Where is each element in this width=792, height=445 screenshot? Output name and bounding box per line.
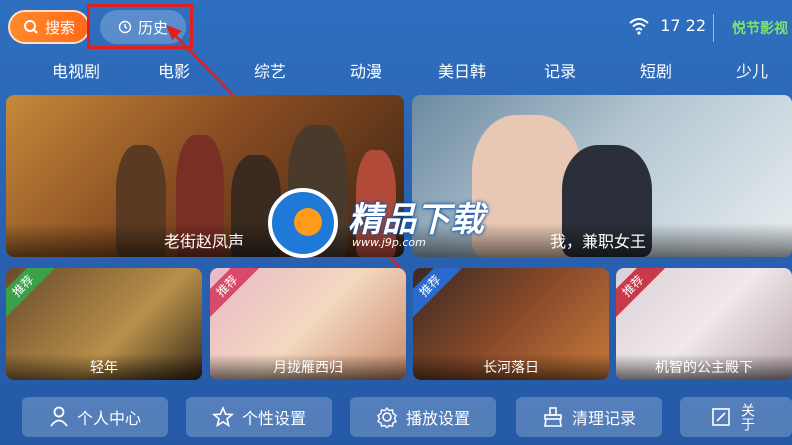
video-card[interactable]: 推荐 月拢雁西归 (210, 268, 406, 380)
recommend-badge: 推荐 (413, 268, 462, 318)
recommend-badge: 推荐 (6, 268, 55, 318)
top-bar: 搜索 历史 17 22 悦节影视 (0, 0, 792, 52)
clock-icon (118, 20, 132, 34)
category-nav: 电视剧 电影 综艺 动漫 美日韩 记录 短剧 少儿 (0, 54, 792, 84)
nav-item-movie[interactable]: 电影 (158, 58, 190, 82)
nav-item-documentary[interactable]: 记录 (544, 58, 576, 82)
nav-item-foreign[interactable]: 美日韩 (438, 58, 486, 82)
star-icon (211, 406, 234, 428)
watermark-text: 精品下载 (348, 200, 484, 240)
recommend-badge: 推荐 (616, 268, 665, 318)
clear-history-button[interactable]: 清理记录 (516, 397, 662, 437)
button-label: 关于 (739, 403, 755, 431)
personalization-button[interactable]: 个性设置 (186, 397, 332, 437)
search-icon (23, 20, 38, 34)
button-label: 播放设置 (405, 409, 470, 428)
watermark: 精品下载 www.j9p.com (268, 188, 538, 258)
broom-icon (544, 407, 562, 427)
button-label: 清理记录 (571, 409, 636, 428)
button-label: 个人中心 (76, 409, 141, 428)
card-title: 机智的公主殿下 (616, 354, 792, 380)
wifi-icon (629, 17, 649, 35)
video-card[interactable]: 推荐 轻年 (6, 268, 202, 380)
nav-item-tv[interactable]: 电视剧 (52, 58, 100, 82)
search-label: 搜索 (44, 18, 75, 37)
button-label: 个性设置 (241, 409, 306, 428)
watermark-logo-icon (268, 188, 338, 258)
recommend-badge: 推荐 (210, 268, 259, 318)
search-button[interactable]: 搜索 (8, 10, 90, 44)
video-card[interactable]: 推荐 机智的公主殿下 (616, 268, 792, 380)
nav-item-variety[interactable]: 综艺 (254, 58, 286, 82)
about-button[interactable]: 关于 (680, 397, 792, 437)
nav-item-kids[interactable]: 少儿 (736, 58, 792, 82)
card-title: 轻年 (6, 354, 202, 380)
video-card[interactable]: 推荐 长河落日 (413, 268, 609, 380)
watermark-url: www.j9p.com (352, 236, 426, 249)
user-icon (50, 406, 68, 427)
card-title: 月拢雁西归 (210, 354, 406, 380)
playback-settings-button[interactable]: 播放设置 (350, 397, 496, 437)
history-button[interactable]: 历史 (100, 10, 186, 44)
brand-logo: 悦节影视 (732, 21, 788, 37)
info-icon (712, 408, 730, 426)
card-title: 长河落日 (413, 354, 609, 380)
personal-center-button[interactable]: 个人中心 (22, 397, 168, 437)
clock-time: 17 22 (660, 16, 706, 35)
gear-icon (377, 406, 397, 428)
nav-item-anime[interactable]: 动漫 (350, 58, 382, 82)
status-divider (713, 14, 714, 42)
history-label: 历史 (137, 18, 168, 37)
nav-item-short[interactable]: 短剧 (640, 58, 672, 82)
status-area: 17 22 (628, 16, 706, 35)
